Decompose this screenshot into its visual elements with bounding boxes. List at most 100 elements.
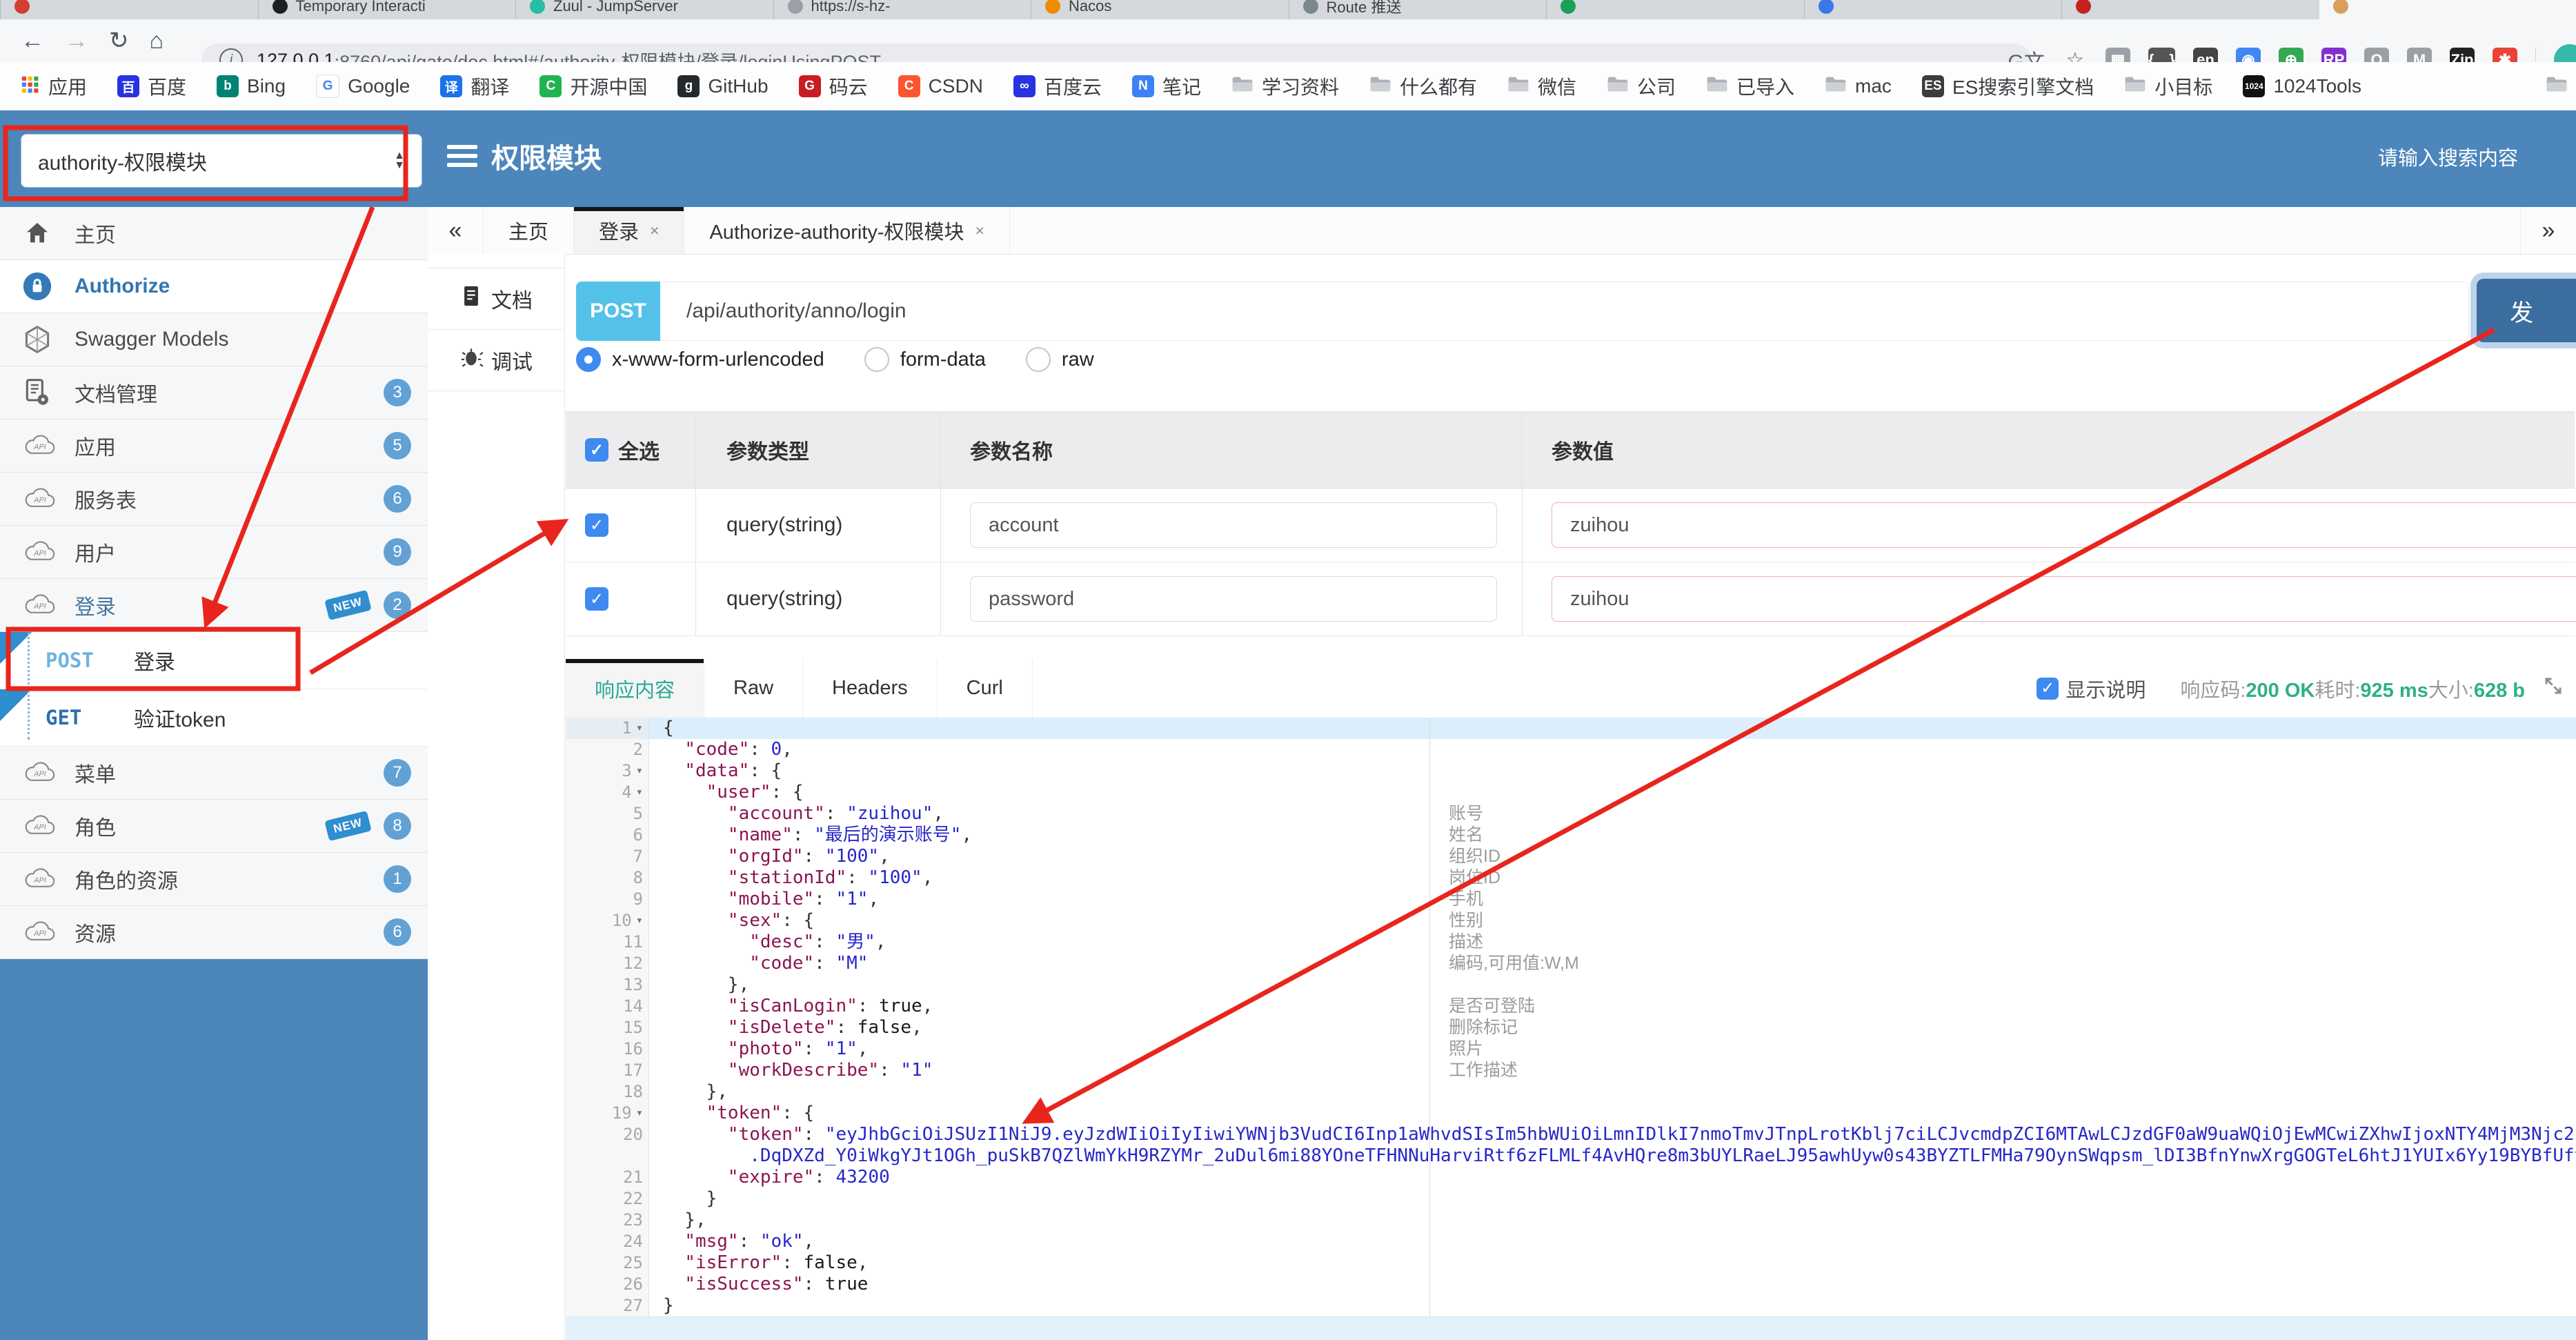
bookmark-item[interactable]: ES ES搜索引擎文档 [1921,72,2094,100]
browser-tab[interactable]: Temporary Interacti [257,0,516,19]
bookmark-label: 开源中国 [570,77,648,98]
page-tab[interactable]: Authorize-authority-权限模块 × [684,207,1010,254]
bookmark-item[interactable]: 已导入 [1706,72,1794,100]
bookmark-item[interactable]: 小目标 [2124,72,2212,100]
new-tag: NEW [324,589,372,621]
bookmark-item[interactable]: 公司 [1607,72,1676,100]
sidebar-item[interactable]: API 角色 NEW 8 [0,800,428,853]
sidebar-item[interactable]: 文档管理 3 [0,366,428,420]
browser-tab[interactable]: Zuul - JumpServer [515,0,773,19]
close-tab-icon[interactable]: × [975,221,984,240]
show-desc-checkbox[interactable]: ✓ [2037,677,2059,700]
browser-tab[interactable] [1803,0,2062,19]
bookmark-item[interactable]: 百百度 [117,72,186,100]
browser-tab[interactable] [0,0,258,19]
sidebar-item[interactable]: API 菜单 7 [0,747,428,800]
menu-burger-icon[interactable] [447,145,477,172]
sidebar-item[interactable]: API 资源 6 [0,906,428,959]
select-arrows-icon: ▲ ▼ [394,150,405,171]
param-name-input[interactable] [970,576,1497,622]
bookmark-item[interactable]: 1024 1024Tools [2243,75,2361,97]
line-number: 19 [611,1103,632,1123]
bookmark-item[interactable]: G 码云 [798,72,868,100]
sidebar-endpoint-get[interactable]: NEW GET 验证token [0,689,428,747]
code-text: }, [663,974,750,995]
browser-tab[interactable]: Route 推送 [1288,0,1547,19]
search-input[interactable]: 请输入搜索内容 [2378,110,2518,207]
bookmark-item[interactable]: 什么都有 [1369,72,1477,100]
app-title: 权限模块 [491,144,602,174]
bookmark-item[interactable]: 应用 [19,72,87,100]
body-type-radio[interactable]: raw [1025,347,1094,372]
send-button[interactable]: 发 [2477,279,2576,342]
body-type-radio[interactable]: form-data [864,347,986,372]
response-tab[interactable]: Curl [938,659,1033,718]
param-name-input[interactable] [970,502,1497,548]
bookmark-item[interactable]: ∞ 百度云 [1013,72,1102,100]
page-tab[interactable]: 登录 × [574,207,685,254]
google-icon: G [316,75,340,98]
debug-panel: POST /api/authority/anno/login 发 x-www-f… [564,254,2576,1340]
tab-doc[interactable]: 文档 [428,268,564,330]
tabs-scroll-right[interactable]: » [2520,207,2576,254]
line-number: 9 [633,889,643,909]
body-type-radio[interactable]: x-www-form-urlencoded [576,347,824,372]
sidebar-item[interactable]: API 应用 5 [0,420,428,473]
param-type-cell: query(string) [696,562,941,635]
browser-tab[interactable] [1546,0,1804,19]
sidebar-item[interactable]: API 登录 NEW 2 [0,579,428,632]
param-value-input[interactable] [1552,576,2576,622]
back-icon[interactable]: ← [21,28,44,55]
code-line: 27} [566,1295,2576,1317]
fold-toggle-icon[interactable]: ▾ [636,760,643,782]
bookmark-label: 什么都有 [1399,77,1477,98]
home-icon[interactable]: ⌂ [150,28,164,55]
sidebar-item[interactable]: API 角色的资源 1 [0,853,428,906]
response-tab[interactable]: Raw [704,659,804,718]
sidebar-endpoint-post[interactable]: NEW POST 登录 [0,632,428,689]
bookmark-item[interactable]: C 开源中国 [539,72,647,100]
cloud-api-icon: API [22,864,58,894]
bookmark-item[interactable]: 译翻译 [440,72,509,100]
request-url[interactable]: /api/authority/anno/login [660,299,906,323]
bookmark-item[interactable]: 学习资料 [1231,72,1339,100]
expand-icon[interactable] [2543,676,2564,702]
bookmark-item[interactable]: G Google [316,75,410,98]
param-checkbox[interactable]: ✓ [585,513,608,537]
sidebar-item[interactable]: API 用户 9 [0,526,428,579]
fold-toggle-icon[interactable]: ▾ [636,910,643,932]
fold-toggle-icon[interactable]: ▾ [636,1103,643,1124]
select-all-checkbox[interactable]: ✓ [585,438,608,462]
page-tab[interactable]: 主页 [484,207,575,254]
sidebar-item[interactable]: Authorize [0,260,428,313]
browser-tab[interactable]: https://s-hz- [773,0,1031,19]
sidebar-item[interactable]: API 服务表 6 [0,473,428,526]
line-number: 6 [633,825,643,845]
browser-tab[interactable] [2061,0,2319,19]
param-value-cell [1523,562,2576,635]
response-tab[interactable]: 响应内容 [566,659,705,718]
bookmark-item[interactable]: C CSDN [898,75,983,97]
response-tab[interactable]: Headers [803,659,938,718]
browser-tab[interactable]: Nacos [1031,0,1289,19]
bookmark-item[interactable]: mac [1825,75,1892,98]
sidebar-item[interactable]: Swagger Models [0,313,428,366]
fold-toggle-icon[interactable]: ▾ [636,782,643,803]
sidebar-item[interactable]: 主页 [0,207,428,260]
tab-debug[interactable]: 调试 [428,329,564,391]
bookmark-item[interactable]: 其 [2546,72,2576,100]
bookmark-label: mac [1855,75,1892,97]
tabs-scroll-left[interactable]: « [428,207,484,254]
bookmark-item[interactable]: N 笔记 [1131,72,1201,100]
close-tab-icon[interactable]: × [650,221,659,240]
reload-icon[interactable]: ↻ [109,27,129,55]
browser-tab[interactable] [2319,0,2576,19]
bookmark-item[interactable]: g GitHub [677,75,769,97]
module-select[interactable]: authority-权限模块 ▲ ▼ [21,134,422,188]
bookmark-item[interactable]: 微信 [1507,72,1576,100]
param-checkbox[interactable]: ✓ [585,587,608,611]
param-value-input[interactable] [1552,502,2576,548]
bookmark-item[interactable]: b Bing [217,75,286,97]
fold-toggle-icon[interactable]: ▾ [636,718,643,739]
forward-icon[interactable]: → [65,28,88,55]
